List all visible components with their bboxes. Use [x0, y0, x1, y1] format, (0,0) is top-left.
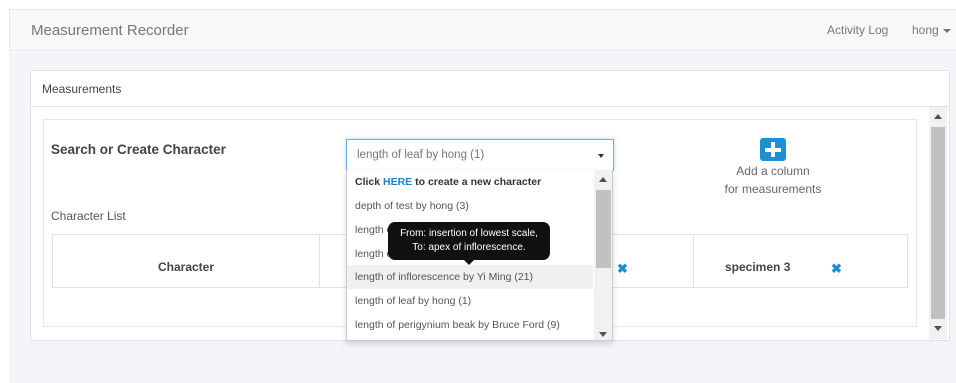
remove-column-icon[interactable]: ✖: [617, 262, 628, 275]
caret-down-icon: [598, 154, 604, 158]
tooltip-line1: From: insertion of lowest scale,: [400, 228, 538, 239]
dropdown-scrollbar[interactable]: [594, 170, 612, 340]
add-column-label-line2: for measurements: [724, 182, 822, 196]
column-divider: [693, 235, 694, 287]
navbar: Measurement Recorder Activity Log hong: [9, 9, 956, 51]
create-character-option[interactable]: Click HERE to create a new character: [347, 170, 593, 194]
create-prefix: Click: [355, 176, 384, 188]
add-column-button[interactable]: [760, 138, 786, 161]
dropdown-option[interactable]: depth of test by hong (3): [347, 194, 593, 218]
column-divider: [319, 235, 320, 287]
create-here-link[interactable]: HERE: [383, 176, 412, 188]
dropdown-option[interactable]: length of leaf by hong (1): [347, 289, 593, 313]
remove-specimen-icon[interactable]: ✖: [831, 262, 842, 275]
caret-down-icon: [942, 28, 951, 33]
character-list-label: Character List: [51, 209, 126, 223]
add-column-label-line1: Add a column: [736, 164, 810, 178]
scroll-down-icon[interactable]: [599, 332, 607, 337]
create-suffix: to create a new character: [412, 176, 542, 188]
character-tooltip: From: insertion of lowest scale, To: ape…: [388, 222, 550, 265]
top-strip: [0, 0, 956, 9]
dropdown-option-hover[interactable]: length of inflorescence by Yi Ming (21): [347, 265, 593, 289]
activity-log-link[interactable]: Activity Log: [827, 23, 888, 37]
dropdown-scroll-thumb[interactable]: [596, 190, 611, 268]
dropdown-option[interactable]: length of perigynium beak by Bruce Ford …: [347, 313, 593, 337]
panel-title: Measurements: [42, 82, 122, 96]
character-select-value: length of leaf by hong (1): [357, 149, 485, 161]
search-character-label: Search or Create Character: [51, 142, 226, 157]
app-brand[interactable]: Measurement Recorder: [31, 22, 189, 39]
tooltip-line2: To: apex of inflorescence.: [412, 242, 526, 253]
add-column-label: Add a column for measurements: [712, 162, 834, 198]
character-select[interactable]: length of leaf by hong (1): [346, 139, 614, 171]
panel-heading: Measurements: [31, 71, 949, 107]
user-menu[interactable]: hong: [912, 23, 951, 37]
scroll-down-icon[interactable]: [934, 326, 942, 331]
scroll-up-icon[interactable]: [599, 177, 607, 182]
column-header-specimen: specimen 3: [725, 260, 791, 274]
panel-scrollbar[interactable]: [929, 107, 947, 339]
scroll-up-icon[interactable]: [934, 114, 942, 119]
user-name: hong: [912, 23, 939, 37]
column-header-character: Character: [157, 260, 215, 274]
panel-scroll-thumb[interactable]: [931, 127, 945, 319]
